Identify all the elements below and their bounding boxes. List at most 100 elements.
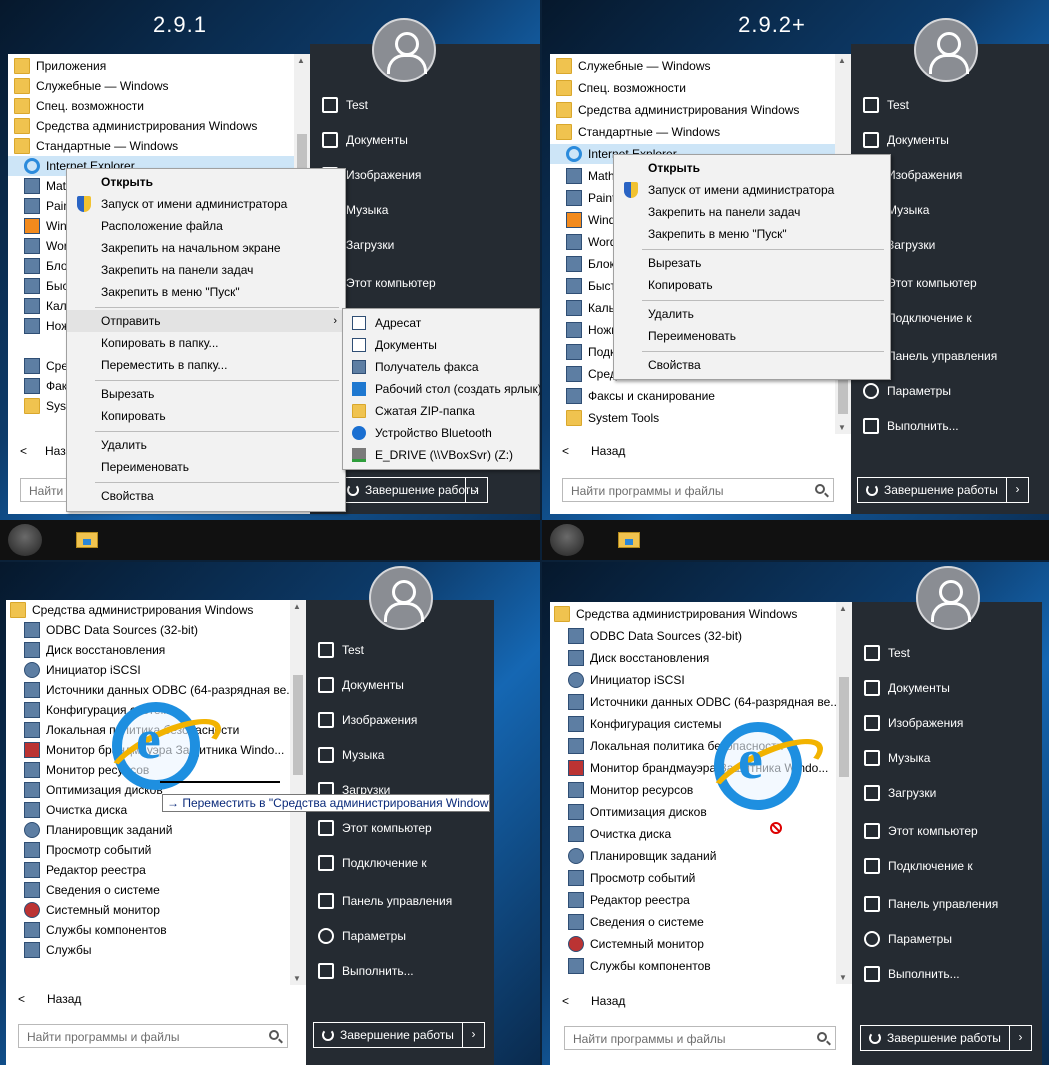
list-item[interactable]: Оптимизация дисков xyxy=(550,802,836,822)
user-avatar[interactable] xyxy=(369,566,433,630)
ctx-copy[interactable]: Копировать xyxy=(67,405,345,427)
list-item[interactable]: Сведения о системе xyxy=(6,880,290,900)
list-item[interactable]: Диск восстановления xyxy=(550,648,836,668)
search-input[interactable]: Найти программы и файлы xyxy=(18,1024,288,1048)
ctx-open[interactable]: Открыть xyxy=(67,171,345,193)
sendto-network-drive[interactable]: E_DRIVE (\\VBoxSvr) (Z:) xyxy=(343,444,539,466)
right-item-computer[interactable]: Этот компьютер xyxy=(852,816,1042,846)
ctx-file-location[interactable]: Расположение файла xyxy=(67,215,345,237)
chevron-right-icon[interactable]: › xyxy=(1006,477,1028,503)
back-button[interactable]: < Наз xyxy=(20,444,66,458)
list-item[interactable]: Службы компонентов xyxy=(550,956,836,976)
chevron-right-icon[interactable]: › xyxy=(465,477,487,503)
list-item[interactable]: Стандартные — Windows xyxy=(550,122,835,142)
right-item-connect[interactable]: Подключение к xyxy=(306,848,494,878)
right-item-documents[interactable]: Документы xyxy=(851,125,1049,155)
right-item-documents[interactable]: Документы xyxy=(306,670,494,700)
ctx-properties[interactable]: Свойства xyxy=(67,485,345,507)
shutdown-button[interactable]: Завершение работы › xyxy=(860,1025,1032,1051)
right-item-music[interactable]: Музыка xyxy=(852,743,1042,773)
right-item-downloads[interactable]: Загрузки xyxy=(852,778,1042,808)
right-item-control-panel[interactable]: Панель управления xyxy=(306,886,494,916)
list-item[interactable]: Средства администрирования Windows xyxy=(6,600,290,620)
sendto-zip[interactable]: Сжатая ZIP-папка xyxy=(343,400,539,422)
list-item[interactable]: Планировщик заданий xyxy=(550,846,836,866)
right-item-documents[interactable]: Документы xyxy=(852,673,1042,703)
ctx-delete[interactable]: Удалить xyxy=(67,434,345,456)
ctx-pin-menu[interactable]: Закрепить в меню "Пуск" xyxy=(67,281,345,303)
list-item[interactable]: Службы компонентов xyxy=(6,920,290,940)
ctx-copy-to[interactable]: Копировать в папку... xyxy=(67,332,345,354)
chevron-right-icon[interactable]: › xyxy=(462,1022,484,1048)
back-button[interactable]: < Назад xyxy=(562,994,625,1008)
right-item-run[interactable]: Выполнить... xyxy=(851,411,1049,441)
shutdown-button[interactable]: Завершение работы › xyxy=(338,477,488,503)
scroll-thumb[interactable] xyxy=(293,675,303,775)
list-item[interactable]: Системный монитор xyxy=(550,934,836,954)
windows-start-icon[interactable] xyxy=(550,524,584,556)
list-item[interactable]: Средства администрирования Windows xyxy=(8,116,294,136)
right-item-control-panel[interactable]: Панель управления xyxy=(852,889,1042,919)
scrollbar[interactable]: ▲▼ xyxy=(836,602,852,984)
list-item[interactable]: Системный монитор xyxy=(6,900,290,920)
back-button[interactable]: < Назад xyxy=(562,444,625,458)
ctx-cut[interactable]: Вырезать xyxy=(67,383,345,405)
list-item[interactable]: Спец. возможности xyxy=(550,78,835,98)
ctx-pin-menu[interactable]: Закрепить в меню "Пуск" xyxy=(614,223,890,245)
ctx-open[interactable]: Открыть xyxy=(614,157,890,179)
ctx-pin-taskbar[interactable]: Закрепить на панели задач xyxy=(67,259,345,281)
back-button[interactable]: < Назад xyxy=(18,992,81,1006)
user-avatar[interactable] xyxy=(914,18,978,82)
right-item-computer[interactable]: Этот компьютер xyxy=(306,813,494,843)
ctx-cut[interactable]: Вырезать xyxy=(614,252,890,274)
user-avatar[interactable] xyxy=(372,18,436,82)
chevron-right-icon[interactable]: › xyxy=(1009,1025,1031,1051)
right-item-test[interactable]: Test xyxy=(851,90,1049,120)
right-item-run[interactable]: Выполнить... xyxy=(306,956,494,986)
list-item[interactable]: Редактор реестра xyxy=(550,890,836,910)
right-item-connect[interactable]: Подключение к xyxy=(852,851,1042,881)
right-item-test[interactable]: Test xyxy=(306,635,494,665)
list-item[interactable]: Приложения xyxy=(8,56,294,76)
ctx-move-to[interactable]: Переместить в папку... xyxy=(67,354,345,376)
scrollbar[interactable]: ▲▼ xyxy=(290,600,306,985)
ctx-rename[interactable]: Переименовать xyxy=(67,456,345,478)
list-item[interactable]: ODBC Data Sources (32-bit) xyxy=(6,620,290,640)
list-item[interactable]: Просмотр событий xyxy=(6,840,290,860)
list-item[interactable]: Средства администрирования Windows xyxy=(550,100,835,120)
user-avatar[interactable] xyxy=(916,566,980,630)
file-explorer-icon[interactable] xyxy=(618,532,640,548)
list-item[interactable]: Редактор реестра xyxy=(6,860,290,880)
list-item[interactable]: Конфигурация системы xyxy=(550,714,836,734)
list-item[interactable]: Просмотр событий xyxy=(550,868,836,888)
list-item[interactable]: System Tools xyxy=(550,408,835,428)
ctx-pin-start[interactable]: Закрепить на начальном экране xyxy=(67,237,345,259)
list-item[interactable]: Средства администрирования Windows xyxy=(550,604,836,624)
sendto-bluetooth[interactable]: Устройство Bluetooth xyxy=(343,422,539,444)
sendto-desktop[interactable]: Рабочий стол (создать ярлык) xyxy=(343,378,540,400)
right-item-run[interactable]: Выполнить... xyxy=(852,959,1042,989)
scroll-thumb[interactable] xyxy=(839,677,849,777)
ctx-send-to[interactable]: Отправить › xyxy=(67,310,345,332)
list-item[interactable]: Факсы и сканирование xyxy=(550,386,835,406)
list-item[interactable]: Сведения о системе xyxy=(550,912,836,932)
ctx-pin-taskbar[interactable]: Закрепить на панели задач xyxy=(614,201,890,223)
right-item-documents[interactable]: Документы xyxy=(310,125,540,155)
list-item[interactable]: Спец. возможности xyxy=(8,96,294,116)
ctx-delete[interactable]: Удалить xyxy=(614,303,890,325)
list-item[interactable]: Инициатор iSCSI xyxy=(6,660,290,680)
list-item[interactable]: Инициатор iSCSI xyxy=(550,670,836,690)
search-input[interactable]: Найти программы и файлы xyxy=(562,478,834,502)
right-item-pictures[interactable]: Изображения xyxy=(852,708,1042,738)
sendto-mail[interactable]: Адресат xyxy=(343,312,539,334)
ctx-run-as-admin[interactable]: Запуск от имени администратора xyxy=(614,179,890,201)
windows-start-icon[interactable] xyxy=(8,524,42,556)
right-item-pictures[interactable]: Изображения xyxy=(306,705,494,735)
list-item[interactable]: ODBC Data Sources (32-bit) xyxy=(550,626,836,646)
shutdown-button[interactable]: Завершение работы › xyxy=(857,477,1029,503)
ctx-rename[interactable]: Переименовать xyxy=(614,325,890,347)
right-item-test[interactable]: Test xyxy=(310,90,540,120)
shutdown-button[interactable]: Завершение работы › xyxy=(313,1022,485,1048)
sendto-documents[interactable]: Документы xyxy=(343,334,539,356)
list-item[interactable]: Служебные — Windows xyxy=(8,76,294,96)
